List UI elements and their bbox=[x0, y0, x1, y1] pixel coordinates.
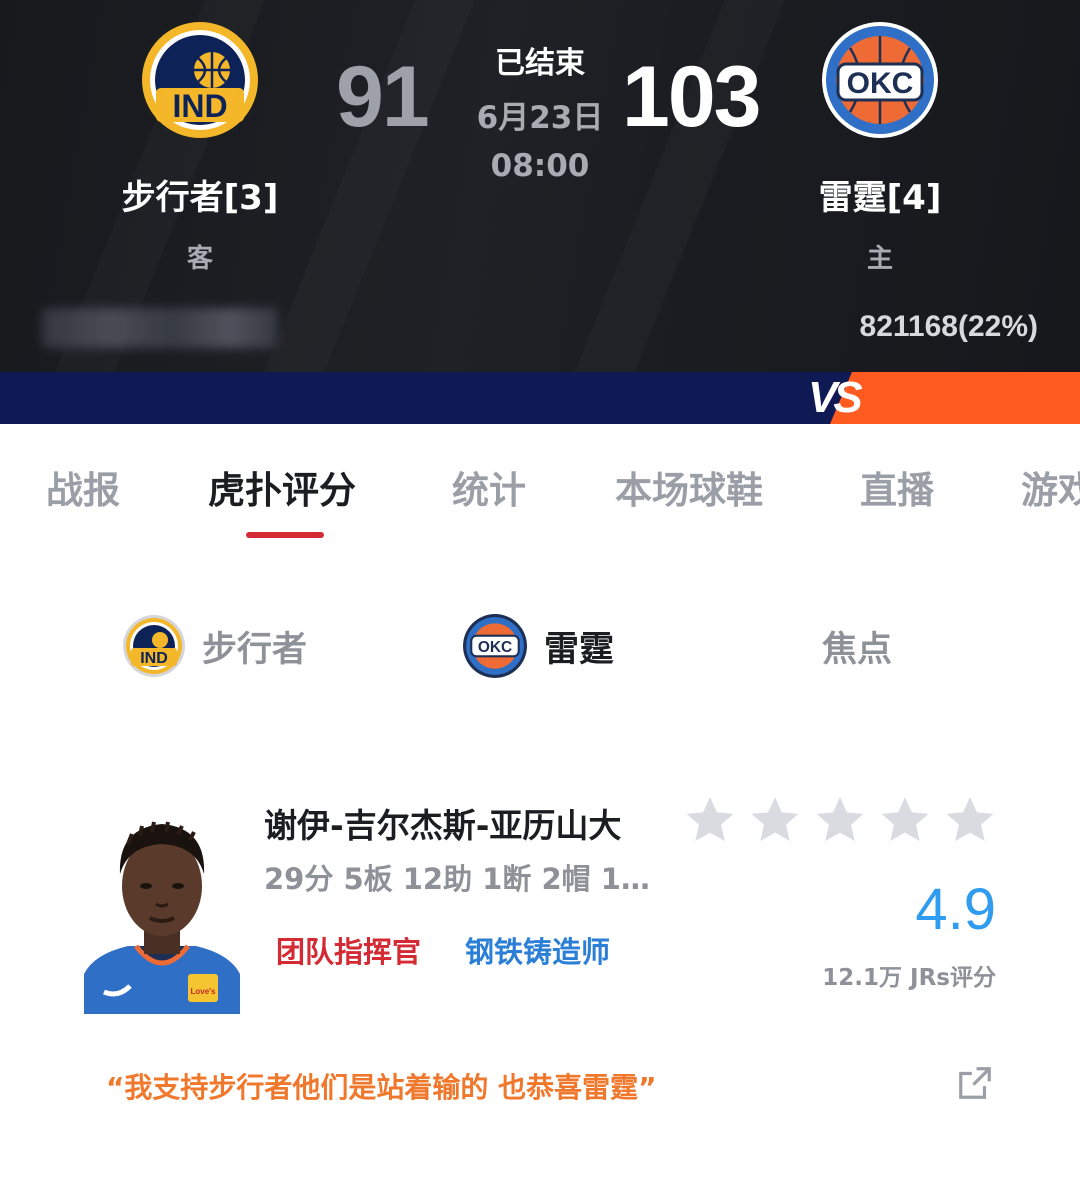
away-vote-blurred bbox=[42, 308, 278, 348]
active-tab-indicator bbox=[246, 532, 324, 538]
player-avatar[interactable]: Love's bbox=[84, 804, 240, 1014]
player-rating-count: 12.1万 JRs评分 bbox=[822, 965, 996, 991]
player-stat-line: 29分 5板 12助 1断 2帽 1… bbox=[264, 862, 650, 896]
share-external-icon[interactable] bbox=[956, 1064, 994, 1102]
star-icon[interactable] bbox=[944, 794, 996, 846]
subtab-away-label: 步行者 bbox=[202, 629, 308, 670]
tab-report[interactable]: 战报 bbox=[46, 460, 120, 514]
away-team-role: 客 bbox=[186, 244, 213, 274]
subtab-focus-label: 焦点 bbox=[822, 629, 893, 670]
vs-label: VS bbox=[808, 373, 863, 422]
tab-games[interactable]: 游戏 bbox=[1021, 460, 1080, 514]
pacers-logo-icon: IND bbox=[123, 615, 185, 677]
game-header: IND 步行者[3] 客 91 已结束 6月23日 08:00 103 OKC … bbox=[0, 0, 1080, 372]
tab-live[interactable]: 直播 bbox=[860, 460, 934, 514]
support-bar[interactable]: VS bbox=[0, 372, 1080, 424]
home-team-name[interactable]: 雷霆[4] bbox=[760, 170, 1000, 219]
away-team-name[interactable]: 步行者[3] bbox=[80, 170, 320, 219]
subtab-home-logo-text: OKC bbox=[478, 639, 512, 656]
star-icon[interactable] bbox=[684, 794, 736, 846]
player-tag-commander[interactable]: 团队指挥官 bbox=[276, 929, 421, 971]
subtab-home-label: 雷霆 bbox=[544, 629, 615, 670]
player-tag-iron[interactable]: 钢铁铸造师 bbox=[465, 929, 610, 971]
home-vote-count[interactable]: 821168(22%) bbox=[860, 310, 1038, 344]
away-team-logo[interactable]: IND bbox=[140, 20, 260, 140]
game-time: 08:00 bbox=[490, 148, 590, 184]
game-status: 已结束 bbox=[495, 46, 585, 81]
home-logo-text: OKC bbox=[847, 67, 914, 100]
tab-shoes[interactable]: 本场球鞋 bbox=[615, 460, 763, 514]
star-icon[interactable] bbox=[814, 794, 866, 846]
subtab-away-logo-text: IND bbox=[140, 650, 168, 667]
star-icon[interactable] bbox=[749, 794, 801, 846]
thunder-logo-icon: OKC bbox=[463, 614, 527, 678]
star-icon[interactable] bbox=[879, 794, 931, 846]
away-score: 91 bbox=[336, 49, 430, 145]
home-team-role: 主 bbox=[866, 244, 893, 274]
home-score: 103 bbox=[622, 49, 761, 145]
jersey-patch-text: Love's bbox=[190, 987, 216, 996]
support-bar-away bbox=[0, 372, 860, 424]
subtab-home[interactable]: OKC 雷霆 bbox=[462, 614, 614, 678]
content-panel: 战报 虎扑评分 统计 本场球鞋 直播 游戏 IND 步行者 OKC 雷霆 焦点 bbox=[0, 424, 1080, 1181]
star-rating-input[interactable] bbox=[684, 794, 996, 846]
tab-stats[interactable]: 统计 bbox=[452, 460, 526, 514]
tab-bar: 战报 虎扑评分 统计 本场球鞋 直播 游戏 bbox=[0, 460, 1080, 520]
pacers-logo-icon: IND bbox=[142, 22, 258, 138]
away-logo-text: IND bbox=[172, 88, 227, 124]
subtab-away[interactable]: IND 步行者 bbox=[122, 614, 307, 678]
player-rating-score: 4.9 bbox=[915, 877, 996, 942]
top-comment-quote[interactable]: “我支持步行者他们是站着输的 也恭喜雷霆” bbox=[106, 1066, 657, 1106]
player-photo: Love's bbox=[84, 804, 240, 1014]
player-name[interactable]: 谢伊-吉尔杰斯-亚历山大 bbox=[264, 799, 621, 847]
support-bar-home bbox=[830, 372, 1080, 424]
subtab-focus[interactable]: 焦点 bbox=[806, 614, 892, 678]
tab-hupu-rating[interactable]: 虎扑评分 bbox=[208, 460, 356, 514]
game-date: 6月23日 bbox=[476, 100, 604, 136]
thunder-logo-icon: OKC bbox=[822, 22, 938, 138]
home-team-logo[interactable]: OKC bbox=[820, 20, 940, 140]
